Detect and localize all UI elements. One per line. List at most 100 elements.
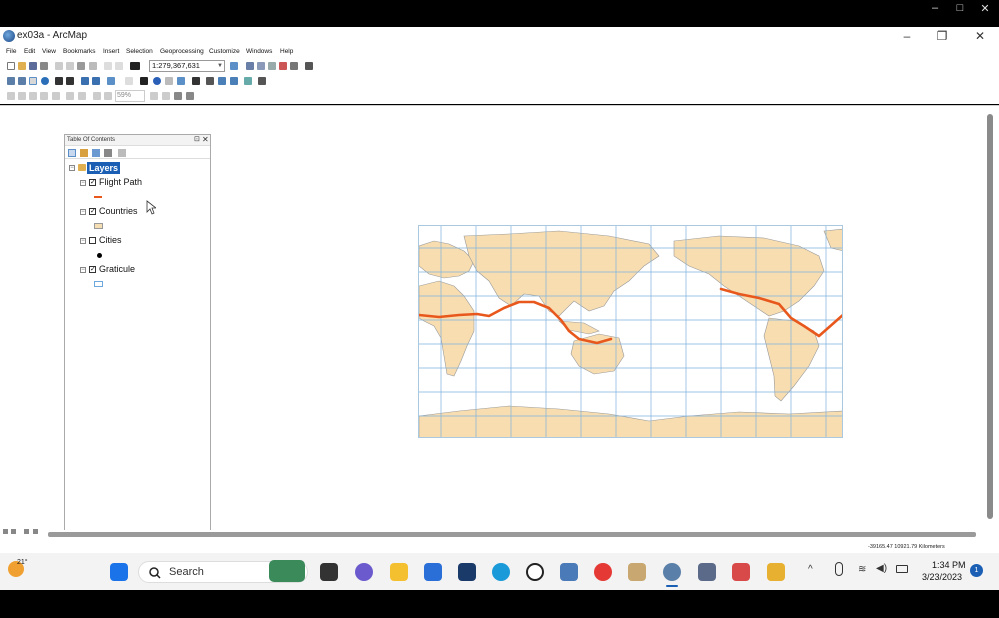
toggle-draft-icon[interactable] — [150, 92, 158, 100]
go-to-xy-icon[interactable] — [230, 77, 238, 85]
taskbar-search[interactable]: Search — [138, 560, 308, 583]
pin-icon[interactable]: ⊡ — [194, 135, 200, 143]
select-features-icon[interactable] — [107, 77, 115, 85]
teams-chat-icon[interactable] — [355, 563, 373, 581]
list-by-selection-icon[interactable] — [104, 149, 112, 157]
identify-icon[interactable] — [153, 77, 161, 85]
arcgis-app-icon[interactable] — [767, 563, 785, 581]
delete-icon[interactable] — [89, 62, 97, 70]
zoom-in-icon[interactable] — [7, 77, 15, 85]
layout-pan-icon[interactable] — [29, 92, 37, 100]
layout-zoom-select[interactable]: 59% — [115, 90, 145, 102]
horizontal-scrollbar[interactable] — [48, 532, 976, 537]
layout-back-icon[interactable] — [93, 92, 101, 100]
layer-countries[interactable]: Countries — [99, 206, 138, 216]
graticule-collapse-icon[interactable]: − — [80, 267, 86, 273]
toc-close-icon[interactable]: ✕ — [202, 135, 209, 144]
zoom-whole-page-icon[interactable] — [40, 92, 48, 100]
new-document-icon[interactable] — [7, 62, 15, 70]
layers-collapse-icon[interactable]: − — [69, 165, 75, 171]
close-outer-icon[interactable]: ✕ — [975, 2, 995, 15]
volume-icon[interactable]: ◀) — [876, 563, 887, 574]
task-view-icon[interactable] — [320, 563, 338, 581]
cut-icon[interactable] — [55, 62, 63, 70]
layout-view-icon[interactable] — [11, 529, 16, 534]
menu-windows[interactable]: Windows — [246, 48, 272, 55]
menu-view[interactable]: View — [42, 48, 56, 55]
graticule-checkbox[interactable]: ✓ — [89, 266, 96, 273]
map-data-frame[interactable] — [418, 225, 843, 438]
edge-icon[interactable] — [492, 563, 510, 581]
countries-symbol[interactable] — [94, 223, 103, 229]
cities-symbol[interactable] — [97, 253, 102, 258]
change-layout-icon[interactable] — [174, 92, 182, 100]
flight-path-checkbox[interactable]: ✓ — [89, 179, 96, 186]
pause-drawing-icon[interactable] — [33, 529, 38, 534]
layer-flight-path[interactable]: Flight Path — [99, 177, 142, 187]
file-explorer-icon[interactable] — [390, 563, 408, 581]
find-route-icon[interactable] — [218, 77, 226, 85]
layer-graticule[interactable]: Graticule — [99, 264, 135, 274]
clock-time[interactable]: 1:34 PM — [932, 560, 966, 570]
wifi-icon[interactable]: ≋ — [858, 564, 866, 575]
menu-file[interactable]: File — [6, 48, 16, 55]
modelbuilder-icon[interactable] — [305, 62, 313, 70]
menu-bookmarks[interactable]: Bookmarks — [63, 48, 96, 55]
clear-selection-icon[interactable] — [125, 77, 133, 85]
chevron-down-icon[interactable]: ▼ — [217, 61, 223, 71]
undo-icon[interactable] — [104, 62, 112, 70]
minimize-icon[interactable]: – — [897, 29, 917, 43]
search-window-icon[interactable] — [268, 62, 276, 70]
microsoft-store-icon[interactable] — [458, 563, 476, 581]
fixed-zoom-out-icon[interactable] — [66, 77, 74, 85]
back-extent-icon[interactable] — [81, 77, 89, 85]
fixed-layout-zoom-out-icon[interactable] — [78, 92, 86, 100]
dell-icon[interactable] — [526, 563, 544, 581]
full-extent-icon[interactable] — [41, 77, 49, 85]
data-driven-pages-icon[interactable] — [186, 92, 194, 100]
forward-extent-icon[interactable] — [92, 77, 100, 85]
graticule-symbol[interactable] — [94, 281, 103, 287]
menu-help[interactable]: Help — [280, 48, 293, 55]
fixed-zoom-in-icon[interactable] — [55, 77, 63, 85]
data-view-icon[interactable] — [3, 529, 8, 534]
windows-start-icon[interactable] — [110, 563, 128, 581]
editor-toolbar-icon[interactable] — [230, 62, 238, 70]
list-by-drawing-order-icon[interactable] — [68, 149, 76, 157]
clock-date[interactable]: 3/23/2023 — [922, 572, 962, 582]
restore-icon[interactable]: ❐ — [932, 29, 952, 43]
table-of-contents-icon[interactable] — [246, 62, 254, 70]
menu-selection[interactable]: Selection — [126, 48, 153, 55]
layout-zoom-out-icon[interactable] — [18, 92, 26, 100]
jmp-icon[interactable] — [560, 563, 578, 581]
open-folder-icon[interactable] — [18, 62, 26, 70]
pan-icon[interactable] — [29, 77, 37, 85]
hyperlink-icon[interactable] — [165, 77, 173, 85]
cities-checkbox[interactable] — [89, 237, 96, 244]
arccatalog-icon[interactable] — [628, 563, 646, 581]
remote-desktop-icon[interactable] — [698, 563, 716, 581]
close-icon[interactable]: ✕ — [970, 29, 990, 43]
toc-options-icon[interactable] — [118, 149, 126, 157]
snipping-tool-icon[interactable] — [732, 563, 750, 581]
chrome-icon[interactable] — [594, 563, 612, 581]
microphone-icon[interactable] — [835, 562, 843, 576]
arctoolbox-icon[interactable] — [279, 62, 287, 70]
countries-checkbox[interactable]: ✓ — [89, 208, 96, 215]
menu-edit[interactable]: Edit — [24, 48, 35, 55]
print-icon[interactable] — [40, 62, 48, 70]
measure-icon[interactable] — [192, 77, 200, 85]
list-by-source-icon[interactable] — [80, 149, 88, 157]
list-by-visibility-icon[interactable] — [92, 149, 100, 157]
map-scale-input[interactable]: 1:279,367,631 ▼ — [149, 60, 225, 72]
copy-icon[interactable] — [66, 62, 74, 70]
countries-collapse-icon[interactable]: − — [80, 209, 86, 215]
fixed-layout-zoom-in-icon[interactable] — [66, 92, 74, 100]
layer-cities[interactable]: Cities — [99, 235, 122, 245]
redo-icon[interactable] — [115, 62, 123, 70]
vertical-scrollbar[interactable] — [987, 114, 993, 519]
flight-path-symbol[interactable] — [94, 196, 102, 198]
html-popup-icon[interactable] — [177, 77, 185, 85]
menu-customize[interactable]: Customize — [209, 48, 240, 55]
show-hidden-icons-icon[interactable]: ^ — [808, 564, 813, 575]
